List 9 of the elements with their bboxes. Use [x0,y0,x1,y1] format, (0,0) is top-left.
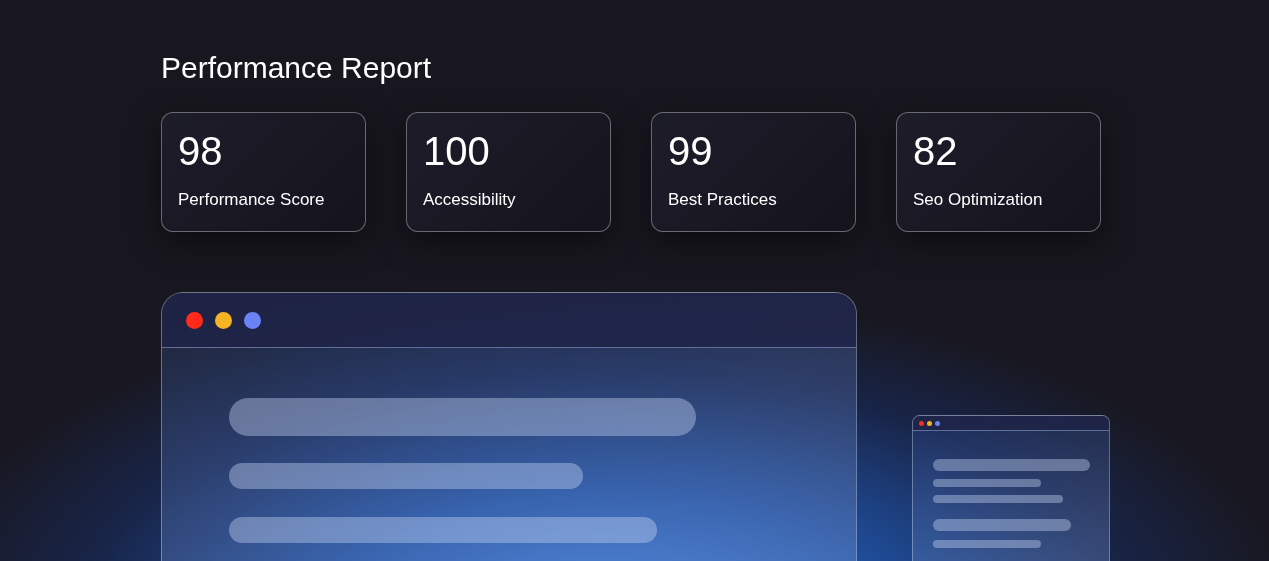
metric-value: 98 [178,131,223,171]
metric-label: Best Practices [668,189,777,211]
metric-value: 100 [423,131,490,171]
metric-label: Accessibility [423,189,516,211]
metric-value: 99 [668,131,713,171]
metric-label: Seo Optimization [913,189,1043,211]
metric-value: 82 [913,131,958,171]
report-title: Performance Report [161,50,433,86]
metric-label: Performance Score [178,189,325,211]
